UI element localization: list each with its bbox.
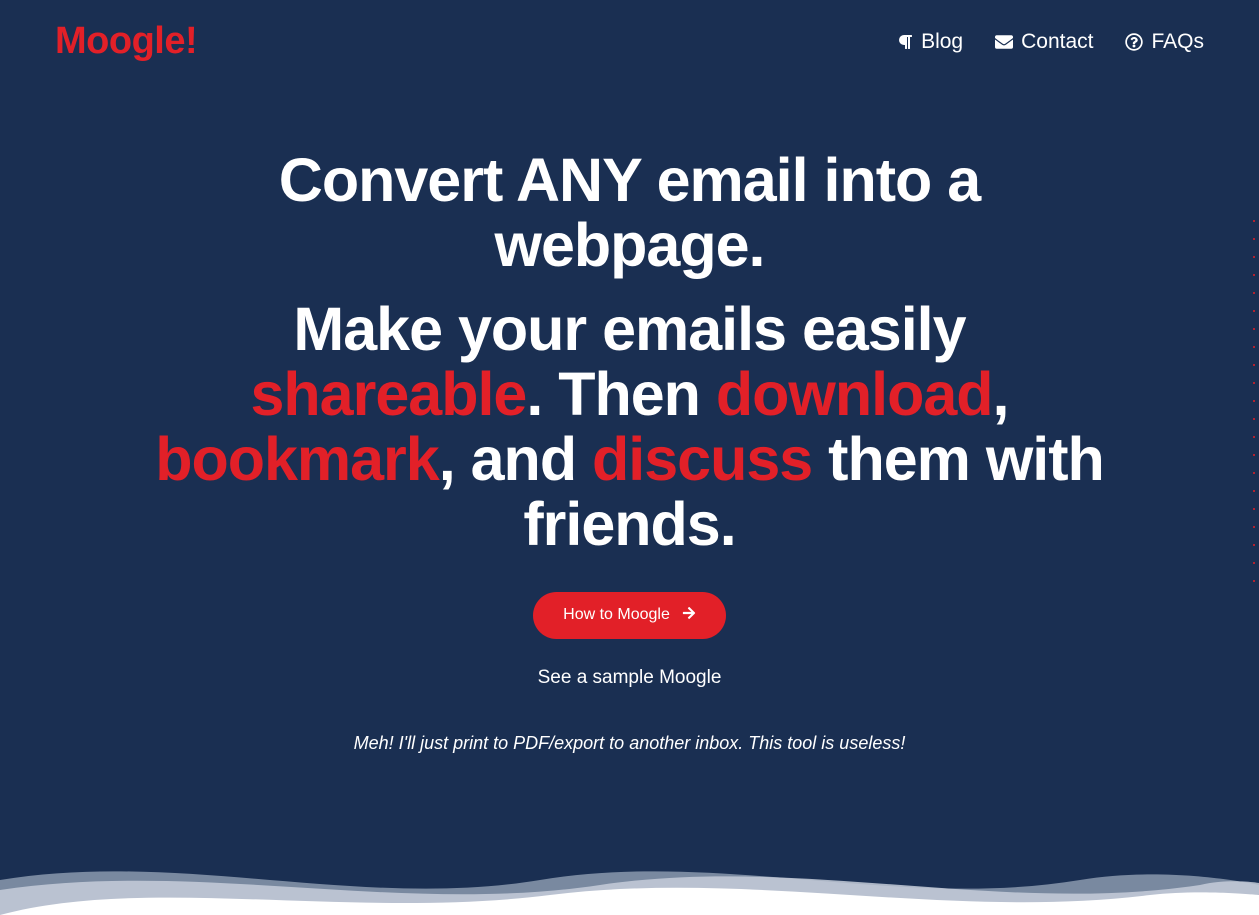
hero-text: Make your emails easily [293, 295, 965, 363]
hero-headline-2: Make your emails easily shareable. Then … [145, 297, 1115, 558]
hero-headline-1: Convert ANY email into a webpage. [145, 148, 1115, 279]
how-to-moogle-button[interactable]: How to Moogle [533, 592, 726, 639]
paragraph-icon [897, 34, 913, 50]
hero-text: , and [439, 425, 592, 493]
highlight-shareable: shareable [251, 360, 527, 428]
nav: Blog Contact FAQs [897, 30, 1204, 54]
highlight-discuss: discuss [592, 425, 812, 493]
nav-faqs-label: FAQs [1151, 30, 1204, 54]
nav-blog[interactable]: Blog [897, 30, 963, 54]
logo[interactable]: Moogle! [55, 20, 197, 63]
arrow-right-icon [682, 606, 696, 625]
skeptic-quote: Meh! I'll just print to PDF/export to an… [145, 733, 1115, 754]
question-circle-icon [1125, 33, 1143, 51]
nav-contact-label: Contact [1021, 30, 1093, 54]
highlight-bookmark: bookmark [155, 425, 439, 493]
hero-section: Convert ANY email into a webpage. Make y… [105, 63, 1155, 754]
nav-faqs[interactable]: FAQs [1125, 30, 1204, 54]
header: Moogle! Blog Contact FAQs [0, 0, 1259, 63]
hero-text: . Then [526, 360, 716, 428]
sample-link[interactable]: See a sample Moogle [145, 667, 1115, 689]
decorative-dots: (function(){ var container = document.cu… [1253, 220, 1255, 582]
wave-divider [0, 835, 1259, 915]
hero-text: , [993, 360, 1009, 428]
nav-blog-label: Blog [921, 30, 963, 54]
highlight-download: download [716, 360, 993, 428]
nav-contact[interactable]: Contact [995, 30, 1093, 54]
envelope-icon [995, 33, 1013, 51]
cta-label: How to Moogle [563, 606, 670, 624]
